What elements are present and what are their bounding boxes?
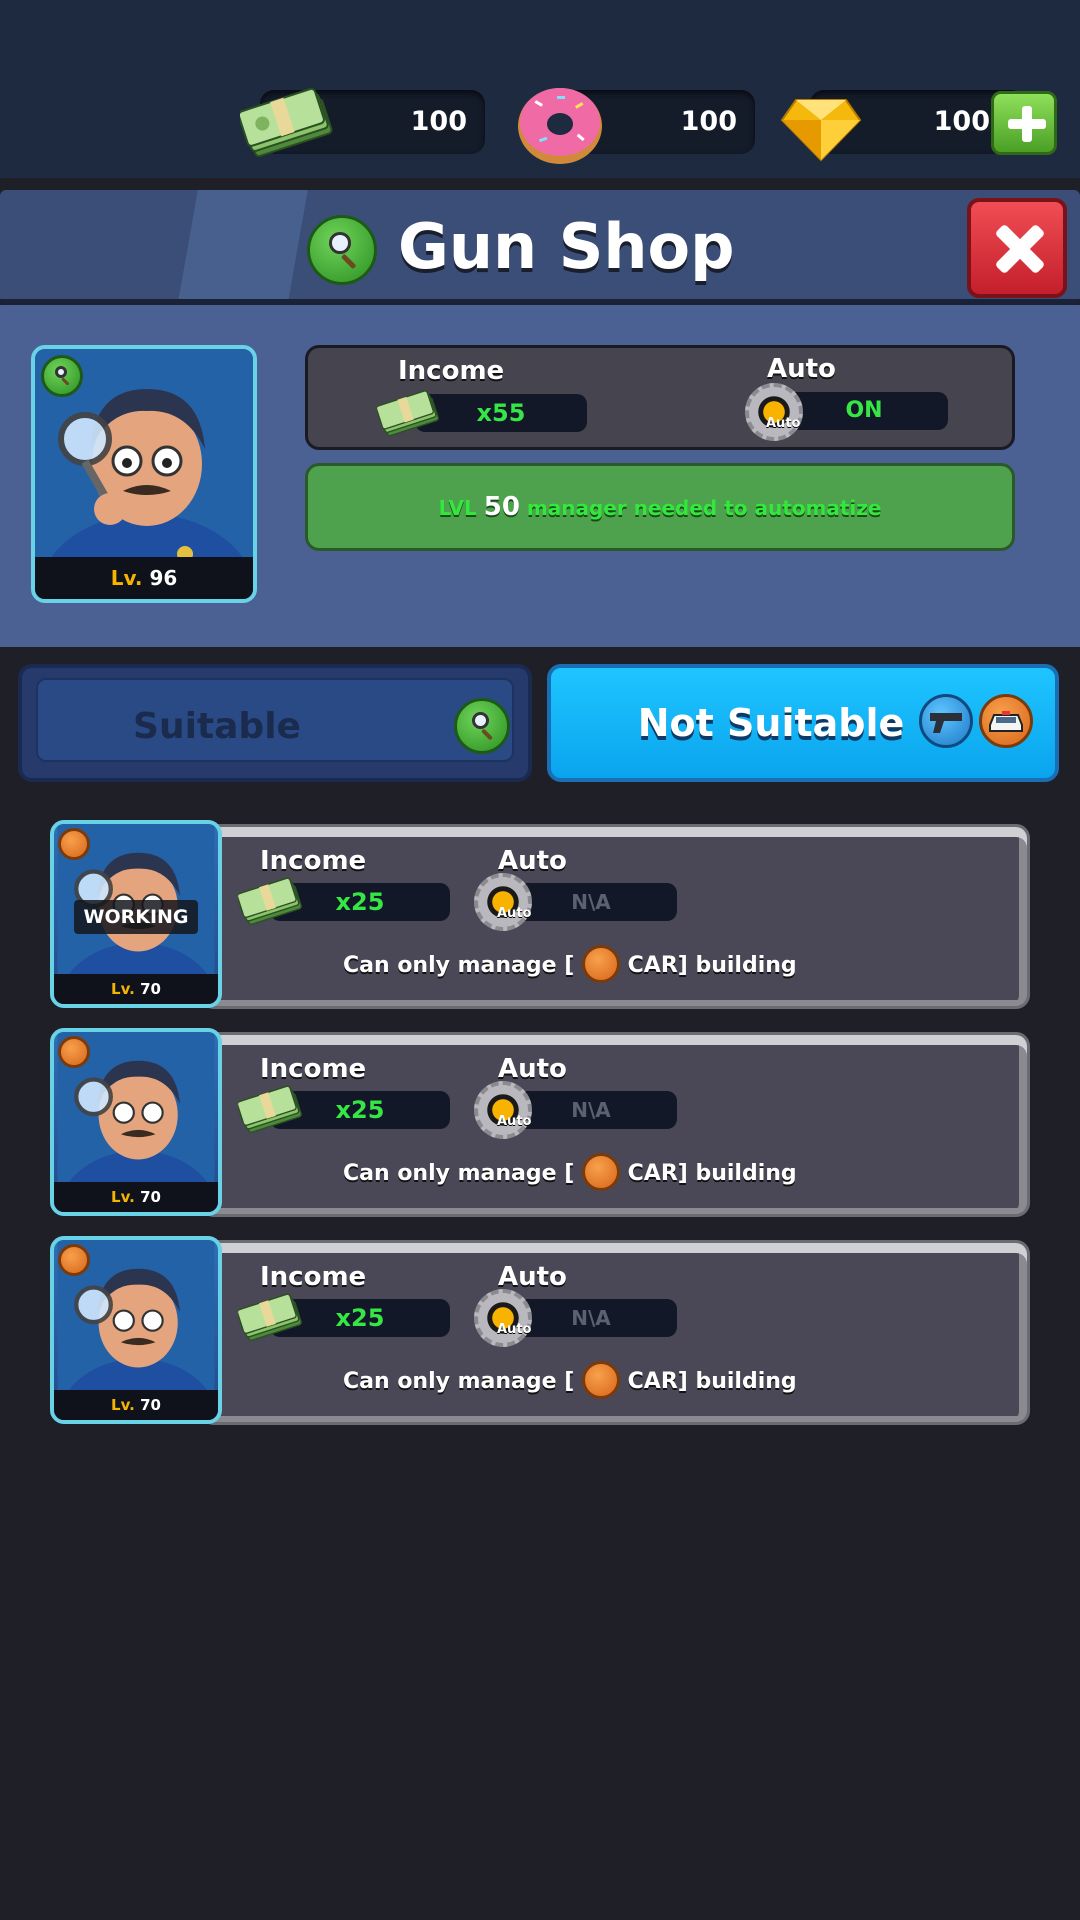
gear-auto-text: Auto: [497, 1322, 532, 1337]
police-car-icon: [581, 945, 620, 983]
manager-level-bar: Lv. 96: [35, 557, 253, 599]
manager-level: 96: [149, 566, 178, 590]
cash-value: 100: [410, 106, 467, 137]
building-restriction-note: Can only manage [ CAR] building: [343, 1361, 797, 1401]
manager-level-bar: Lv. 70: [54, 1390, 218, 1420]
gear-icon: [474, 1081, 532, 1139]
level-prefix: Lv.: [111, 1396, 135, 1414]
working-status-badge: WORKING: [74, 900, 198, 934]
level-prefix: Lv.: [111, 1188, 135, 1206]
police-car-icon: [581, 1153, 620, 1191]
police-car-icon: [979, 694, 1033, 748]
magnifier-icon: [454, 698, 510, 754]
auto-label: Auto: [498, 1262, 567, 1292]
gear-icon: [474, 1289, 532, 1347]
income-label: Income: [398, 356, 505, 386]
magnifier-badge-icon: [41, 355, 83, 397]
note-suffix: CAR] building: [627, 1369, 797, 1394]
note-prefix: Can only manage [: [343, 953, 575, 978]
police-car-icon: [58, 1244, 90, 1276]
donut-value: 100: [680, 106, 737, 137]
auto-status-value: ON: [780, 392, 948, 430]
assigned-manager-card[interactable]: Lv. 96: [31, 345, 257, 603]
building-title: Gun Shop: [398, 210, 735, 283]
auto-label: Auto: [498, 1054, 567, 1084]
auto-label: Auto: [767, 354, 836, 384]
manager-level-bar: Lv. 70: [54, 974, 218, 1004]
gear-icon: [745, 383, 803, 441]
tab-not-suitable[interactable]: Not Suitable: [547, 664, 1059, 782]
notice-prefix: LVL: [438, 496, 477, 520]
gear-auto-text: Auto: [497, 1114, 532, 1129]
donut-icon: [518, 88, 602, 164]
police-car-icon: [58, 828, 90, 860]
automation-requirement-notice: LVL 50 manager needed to automatize: [305, 463, 1015, 551]
manager-level-bar: Lv. 70: [54, 1182, 218, 1212]
level-prefix: Lv.: [110, 566, 143, 590]
note-suffix: CAR] building: [627, 953, 797, 978]
note-suffix: CAR] building: [627, 1161, 797, 1186]
close-button[interactable]: [967, 198, 1067, 298]
cash-stack-icon: [377, 390, 439, 437]
buy-gems-plus-button[interactable]: [991, 91, 1057, 155]
manager-card[interactable]: Lv. 70: [50, 1028, 222, 1216]
note-prefix: Can only manage [: [343, 1161, 575, 1186]
auto-label: Auto: [498, 846, 567, 876]
building-restriction-note: Can only manage [ CAR] building: [343, 1153, 797, 1193]
level-prefix: Lv.: [111, 980, 135, 998]
tab-suitable-label: Suitable: [133, 706, 301, 747]
pistol-icon: [919, 694, 973, 748]
gem-value: 100: [933, 106, 990, 137]
note-prefix: Can only manage [: [343, 1369, 575, 1394]
manager-level: 70: [140, 1188, 161, 1206]
gem-icon: [780, 99, 862, 162]
cash-stack-icon: [238, 1085, 302, 1134]
manager-card[interactable]: Lv. 70: [50, 1236, 222, 1424]
building-restriction-note: Can only manage [ CAR] building: [343, 945, 797, 985]
gear-icon: [474, 873, 532, 931]
tab-suitable[interactable]: Suitable: [18, 664, 532, 782]
cash-stack-icon: [238, 877, 302, 926]
gear-auto-text: Auto: [497, 906, 532, 921]
gear-auto-text: Auto: [766, 416, 801, 431]
notice-level: 50: [483, 492, 520, 522]
magnifier-icon: [307, 215, 377, 285]
police-car-icon: [58, 1036, 90, 1068]
manager-card[interactable]: WORKING Lv. 70: [50, 820, 222, 1008]
manager-level: 70: [140, 980, 161, 998]
cash-stack-icon: [240, 87, 333, 157]
cash-stack-icon: [238, 1293, 302, 1342]
police-car-icon: [581, 1361, 620, 1399]
notice-suffix: manager needed to automatize: [526, 496, 882, 520]
manager-level: 70: [140, 1396, 161, 1414]
